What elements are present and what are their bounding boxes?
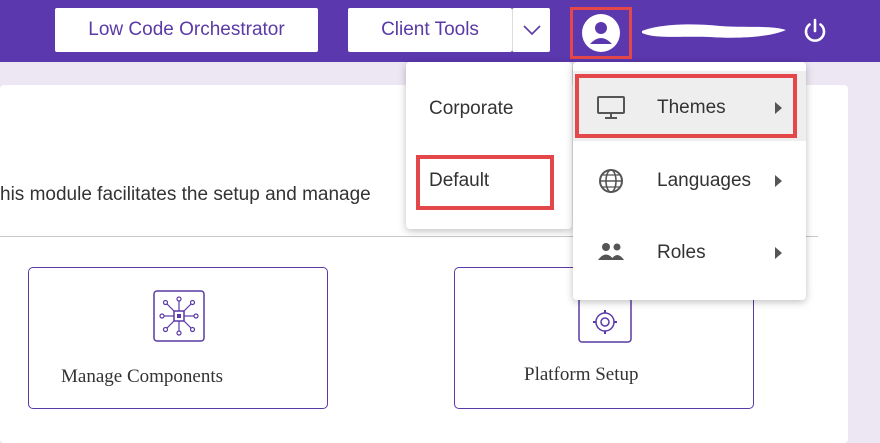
globe-icon [599,169,623,193]
low-code-orchestrator-button[interactable]: Low Code Orchestrator [55,8,318,52]
tile-label: Manage Components [61,366,224,387]
user-avatar-icon [582,14,620,52]
manage-components-tile[interactable]: Manage Components [28,267,328,409]
module-description: his module facilitates the setup and man… [0,184,371,205]
client-tools-button[interactable]: Client Tools [348,8,512,52]
people-icon [598,243,624,260]
highlight-box-themes [575,74,797,138]
menu-item-label: Languages [657,170,752,191]
menu-item-languages[interactable]: Languages [573,146,806,216]
chevron-right-icon [775,175,782,187]
tile-label: Platform Setup [524,364,639,385]
menu-item-roles[interactable]: Roles [573,218,806,288]
highlight-box-default [416,155,554,210]
user-avatar-button[interactable] [570,7,632,59]
chevron-right-icon [775,247,782,259]
menu-item-label: Roles [657,242,706,263]
platform-setup-icon [578,297,632,343]
redacted-username [642,24,786,38]
chevron-down-icon [522,25,541,36]
components-icon [153,290,205,342]
top-bar: Low Code Orchestrator Client Tools [0,0,880,62]
power-icon[interactable] [800,16,830,46]
client-tools-dropdown-button[interactable] [512,8,550,52]
theme-option-corporate[interactable]: Corporate [429,98,514,120]
